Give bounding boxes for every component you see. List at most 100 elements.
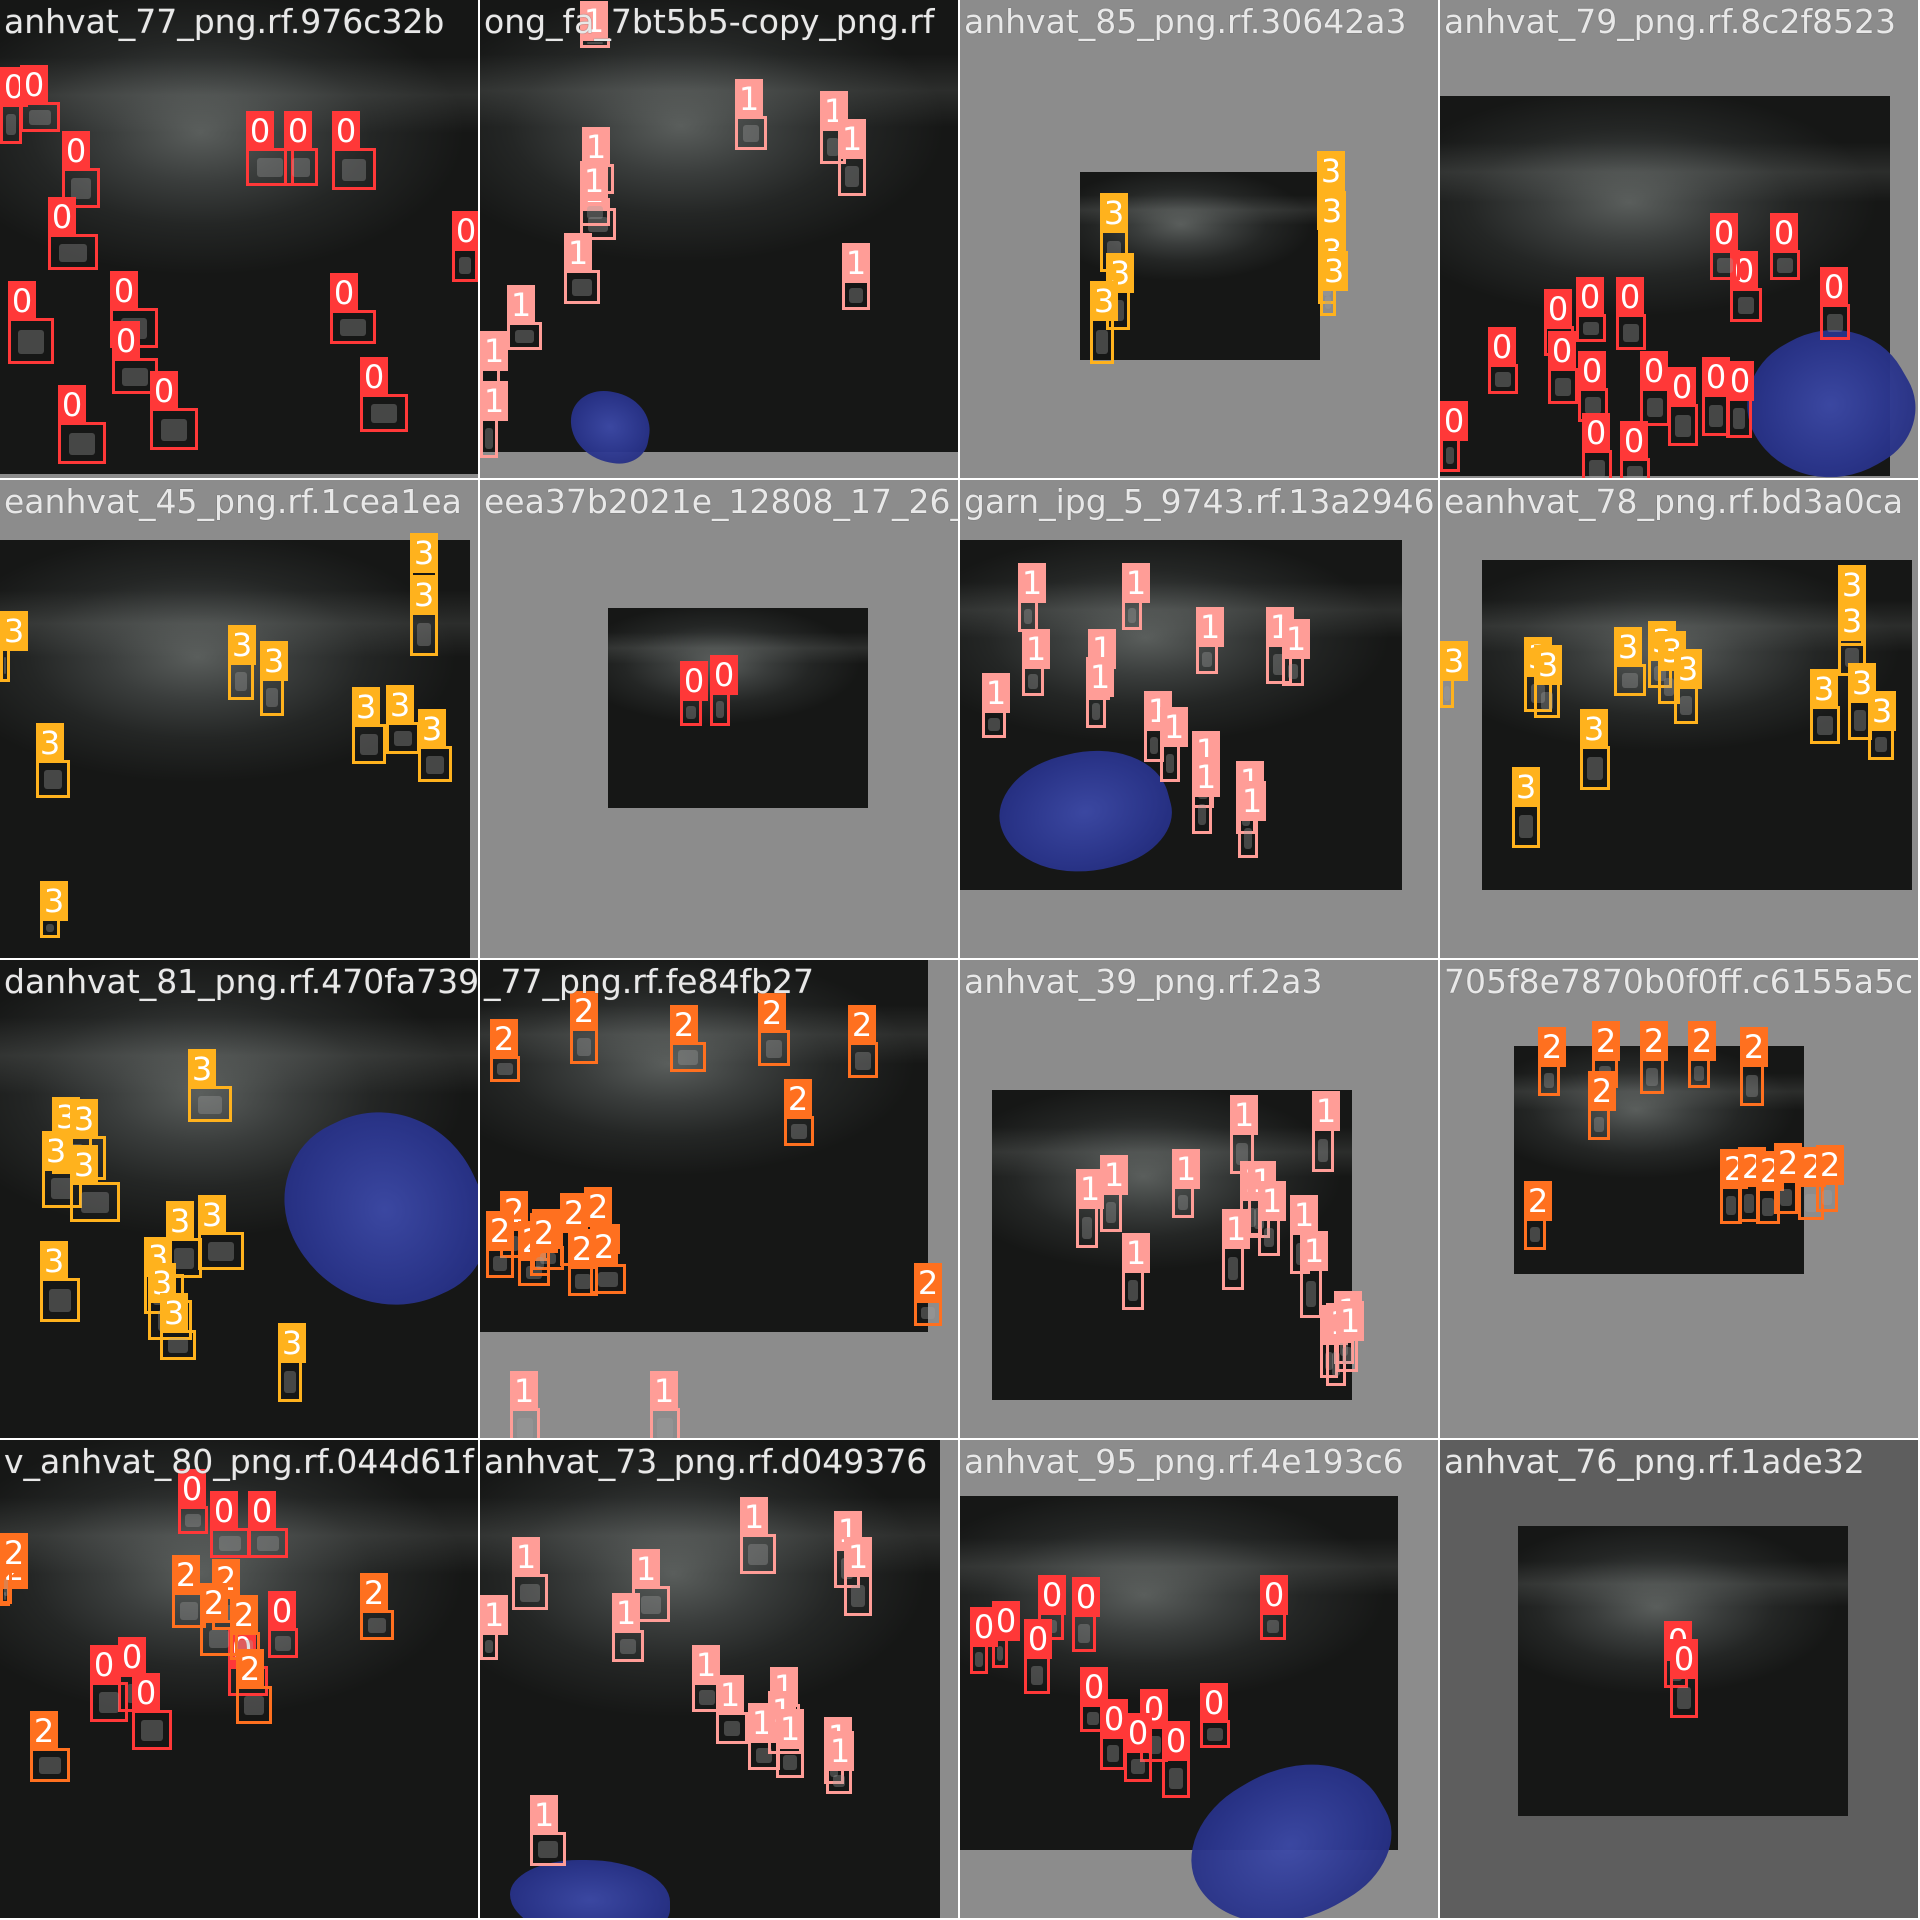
detected-object <box>44 770 62 790</box>
detected-object <box>340 319 366 336</box>
detected-object <box>975 1652 983 1667</box>
detected-object <box>1693 1066 1705 1081</box>
detected-object <box>1540 691 1554 710</box>
detected-object <box>275 1636 291 1651</box>
detection-box: 0 <box>1488 327 1518 394</box>
class-label: 1 <box>530 1795 558 1835</box>
class-label: 1 <box>735 79 763 119</box>
class-label: 2 <box>490 1019 518 1059</box>
detected-object <box>1023 608 1033 625</box>
detected-object <box>1207 1727 1223 1742</box>
class-label: 3 <box>166 1201 194 1241</box>
detected-object <box>848 288 864 303</box>
class-label: 0 <box>1616 277 1644 317</box>
detected-object <box>370 404 398 424</box>
detected-object <box>1555 377 1571 396</box>
class-label: 0 <box>1260 1575 1288 1615</box>
class-label: 1 <box>512 1537 540 1577</box>
detection-box: 0 <box>1024 1619 1052 1694</box>
detected-object <box>1091 703 1101 720</box>
detected-object <box>1027 674 1039 689</box>
detection-box: 3 <box>228 625 256 700</box>
detected-object <box>497 1063 513 1076</box>
detected-object <box>791 1124 807 1139</box>
detection-box: 1 <box>510 1371 540 1438</box>
class-label: 0 <box>90 1645 118 1685</box>
class-label: 2 <box>1640 1021 1668 1061</box>
detected-object <box>244 1696 264 1716</box>
detection-mosaic: 0 0 0 0 0 0 0 0 0 0 0 0 0 0 0 anhvat_77_png.rf.976c32b 1… <box>0 0 1920 1920</box>
detection-box: 0 <box>1582 413 1612 478</box>
detection-box: 0 <box>1616 277 1646 350</box>
detected-object <box>39 1757 61 1774</box>
detection-box: 2 <box>784 1079 814 1146</box>
detected-object <box>1127 608 1137 623</box>
detection-box: 3 <box>0 611 28 682</box>
class-label: 0 <box>1576 277 1604 317</box>
class-label: 0 <box>1024 1619 1052 1659</box>
detected-object <box>485 1639 493 1654</box>
detected-object <box>1680 696 1692 716</box>
detected-object <box>996 1646 1004 1661</box>
detection-box: 0 <box>1670 1639 1698 1718</box>
detection-box: 3 <box>1440 641 1468 708</box>
detected-object <box>657 1418 673 1438</box>
class-label: 0 <box>360 357 388 397</box>
detection-box: 3 <box>410 575 438 656</box>
detection-box: 0 <box>970 1607 998 1674</box>
detected-object <box>360 734 378 755</box>
class-label: 2 <box>1538 1027 1566 1067</box>
class-label: 3 <box>188 1049 216 1089</box>
detection-box: 1 <box>1336 1301 1364 1372</box>
detected-object <box>256 158 284 178</box>
detected-object <box>1317 1139 1329 1163</box>
detection-box: 0 <box>8 281 54 364</box>
tile-filename: anhvat_79_png.rf.8c2f8523 <box>1444 2 1897 41</box>
detection-box: 0 <box>58 385 106 464</box>
class-label: 1 <box>1196 607 1224 647</box>
detection-box: 0 <box>332 111 376 190</box>
detection-box: 3 <box>160 1293 196 1360</box>
class-label: 2 <box>236 1649 264 1689</box>
detection-box: 1 <box>1300 1231 1328 1318</box>
detected-object <box>98 1692 120 1713</box>
class-label: 3 <box>36 723 64 763</box>
detection-box: 1 <box>1160 707 1188 782</box>
tile-filename: anhvat_73_png.rf.d049376 <box>484 1442 928 1481</box>
detected-object <box>1168 1768 1184 1789</box>
class-label: 3 <box>1090 281 1118 321</box>
class-label: 3 <box>1318 191 1346 231</box>
tile-filename: anhvat_95_png.rf.4e193c6 <box>964 1442 1404 1481</box>
detection-box: 0 <box>284 111 318 186</box>
detected-object <box>1305 1280 1317 1308</box>
detected-object <box>1096 329 1108 354</box>
class-label: 0 <box>680 661 708 701</box>
detection-box: 1 <box>1122 1233 1150 1310</box>
detection-box: 0 <box>1072 1577 1100 1652</box>
mosaic-tile: 3 3 3 3 3 3 3 3 3 3 3 3 danhvat_81_png.rf.470fa739 <box>0 960 478 1438</box>
detected-object <box>3 657 7 674</box>
detection-box: 1 <box>564 233 600 304</box>
detected-object <box>1762 1197 1774 1216</box>
detection-box: 3 <box>1090 281 1118 364</box>
detected-object <box>1593 1116 1605 1133</box>
detected-object <box>1287 664 1299 679</box>
detected-object <box>1717 258 1733 273</box>
class-label: 2 <box>530 1213 558 1253</box>
class-label: 1 <box>507 285 535 325</box>
detected-object <box>208 1629 230 1648</box>
class-label: 2 <box>230 1595 258 1635</box>
detected-object <box>70 178 92 199</box>
detected-object <box>715 701 725 718</box>
detected-object <box>1165 754 1175 774</box>
class-label: 0 <box>58 385 86 425</box>
class-label: 2 <box>486 1211 514 1251</box>
class-label: 0 <box>1582 413 1610 453</box>
class-label: 3 <box>1534 645 1562 685</box>
detected-object <box>1266 1619 1280 1634</box>
detection-box: 3 <box>70 1145 120 1222</box>
detected-object <box>1743 1194 1755 1214</box>
detected-object <box>292 158 310 178</box>
class-label: 3 <box>198 1195 226 1235</box>
detected-object <box>1647 398 1663 418</box>
